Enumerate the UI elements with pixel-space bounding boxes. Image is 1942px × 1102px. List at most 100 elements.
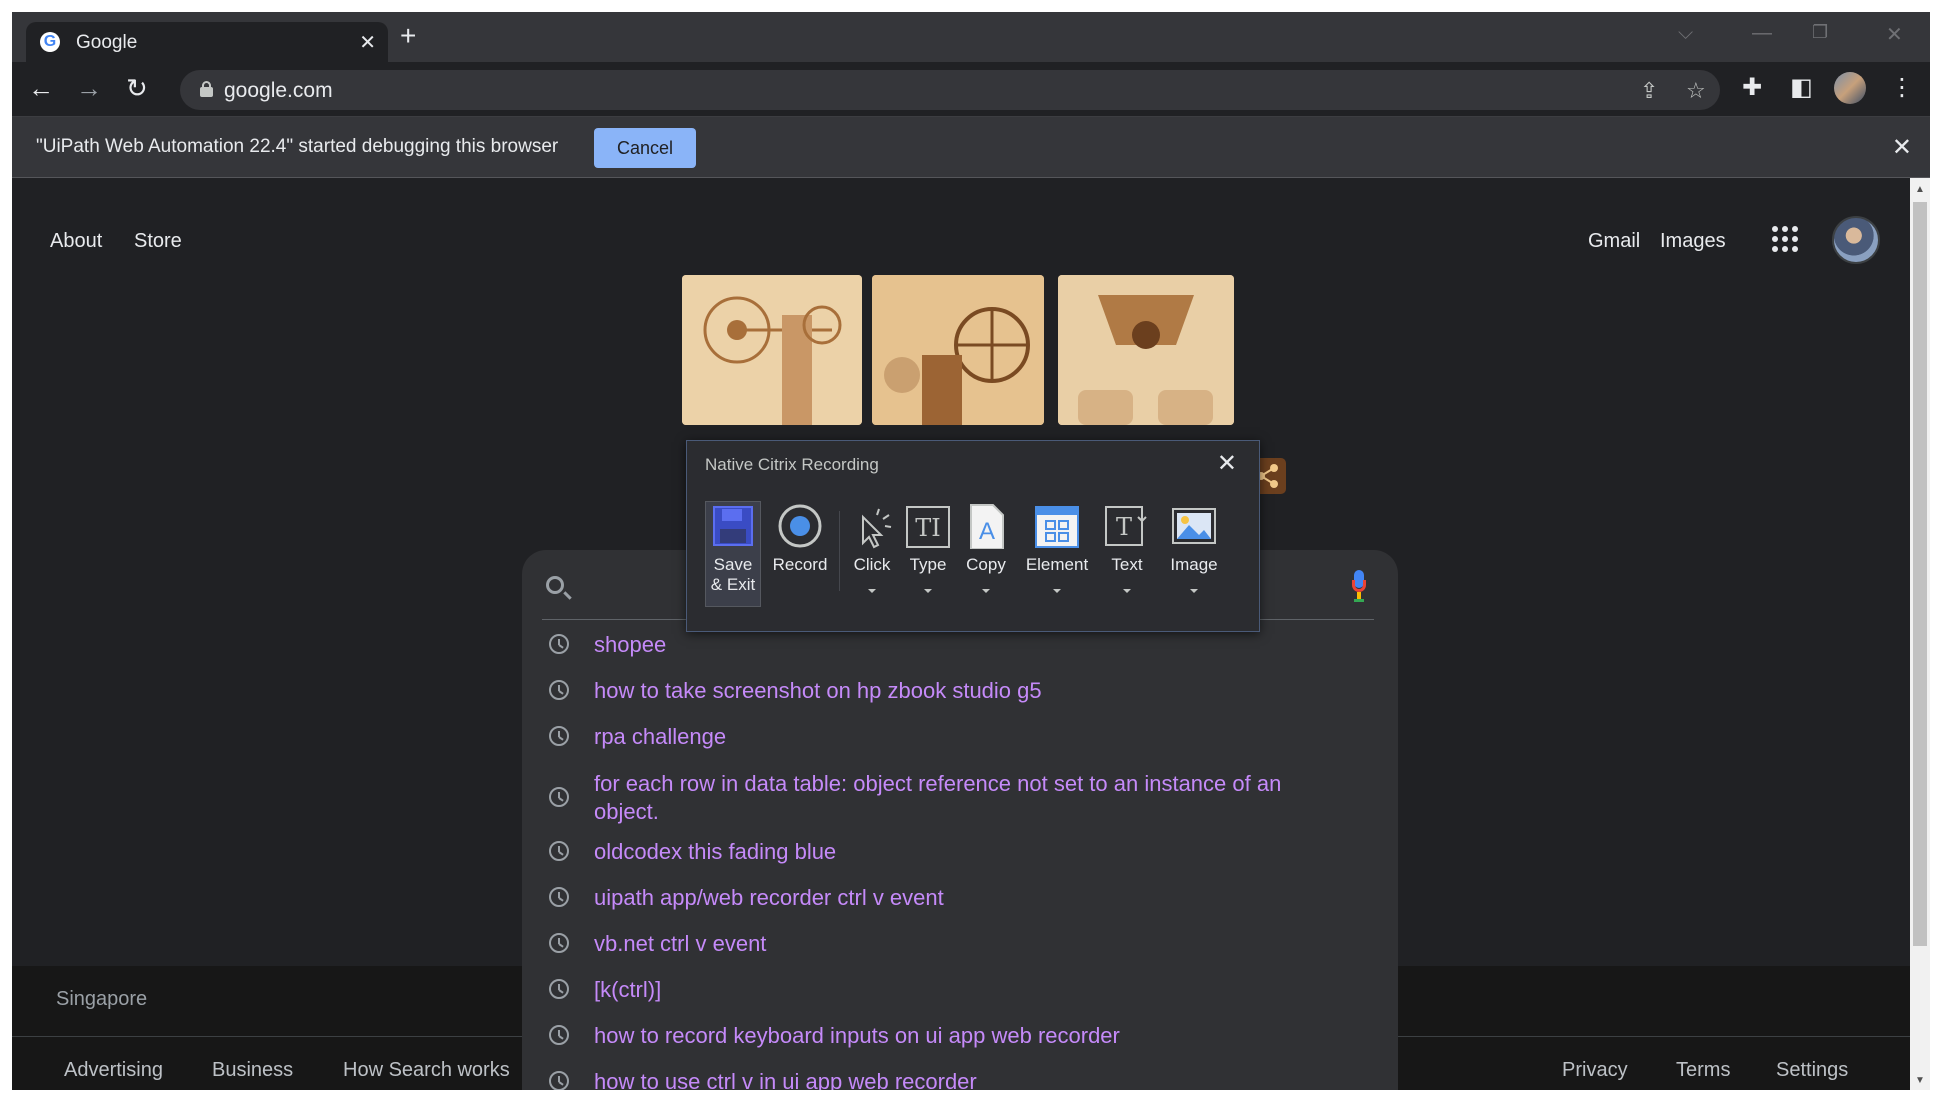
footer-how-search-works-link[interactable]: How Search works bbox=[343, 1059, 510, 1082]
text-label: Text bbox=[1111, 555, 1143, 574]
suggestion-item[interactable]: for each row in data table: object refer… bbox=[522, 768, 1398, 826]
suggestion-text: for each row in data table: object refer… bbox=[594, 771, 1282, 824]
restore-button[interactable]: ❐ bbox=[1812, 22, 1828, 43]
tab-google[interactable]: G Google ✕ bbox=[26, 22, 388, 62]
history-clock-icon bbox=[549, 1025, 569, 1045]
copy-dropdown-caret-icon[interactable] bbox=[982, 589, 990, 593]
doodle-panel-3[interactable] bbox=[1058, 275, 1234, 425]
back-arrow-icon[interactable]: ← bbox=[28, 74, 54, 102]
address-bar[interactable]: google.com ⇪ ☆ bbox=[180, 70, 1720, 110]
star-icon[interactable]: ☆ bbox=[1686, 78, 1706, 104]
footer-privacy-link[interactable]: Privacy bbox=[1562, 1059, 1628, 1082]
type-dropdown-caret-icon[interactable] bbox=[924, 589, 932, 593]
share-icon[interactable]: ⇪ bbox=[1640, 78, 1658, 104]
profile-avatar[interactable] bbox=[1834, 72, 1866, 104]
suggestion-text: [k(ctrl)] bbox=[594, 977, 662, 1002]
suggestion-item[interactable]: oldcodex this fading blue bbox=[522, 828, 1398, 874]
citrix-close-icon[interactable]: ✕ bbox=[1217, 449, 1237, 478]
voice-search-mic-icon[interactable] bbox=[1352, 570, 1366, 604]
suggestion-text: oldcodex this fading blue bbox=[594, 839, 837, 864]
scroll-up-arrow-icon[interactable]: ▲ bbox=[1915, 184, 1925, 195]
page-scrollbar[interactable]: ▲ ▼ bbox=[1910, 178, 1930, 1090]
image-dropdown-caret-icon[interactable] bbox=[1190, 589, 1198, 593]
type-text-icon: TI bbox=[905, 503, 951, 549]
record-button[interactable]: Record bbox=[769, 503, 831, 575]
suggestion-item[interactable]: how to use ctrl v in ui app web recorder bbox=[522, 1058, 1398, 1090]
suggestion-text: vb.net ctrl v event bbox=[594, 931, 767, 956]
url-text[interactable]: google.com bbox=[224, 79, 333, 103]
cancel-debugging-button[interactable]: Cancel bbox=[594, 128, 696, 168]
footer-location: Singapore bbox=[56, 988, 148, 1010]
tab-title: Google bbox=[76, 32, 138, 53]
text-dropdown-caret-icon[interactable] bbox=[1123, 589, 1131, 593]
history-clock-icon bbox=[549, 841, 569, 861]
suggestion-item[interactable]: how to take screenshot on hp zbook studi… bbox=[522, 667, 1398, 713]
click-button[interactable]: Click bbox=[847, 503, 897, 593]
image-button[interactable]: Image bbox=[1163, 503, 1225, 593]
copy-label: Copy bbox=[966, 555, 1006, 574]
reload-icon[interactable]: ↻ bbox=[126, 74, 148, 102]
footer-business-link[interactable]: Business bbox=[212, 1059, 293, 1082]
side-panel-icon[interactable]: ◧ bbox=[1790, 73, 1813, 102]
history-clock-icon bbox=[549, 979, 569, 999]
history-clock-icon bbox=[549, 680, 569, 700]
citrix-recording-title: Native Citrix Recording bbox=[705, 455, 879, 474]
gmail-link[interactable]: Gmail bbox=[1588, 230, 1640, 253]
doodle-panel-2[interactable] bbox=[872, 275, 1044, 425]
tab-close-icon[interactable]: ✕ bbox=[359, 30, 376, 55]
suggestion-item[interactable]: uipath app/web recorder ctrl v event bbox=[522, 874, 1398, 920]
forward-arrow-icon[interactable]: → bbox=[76, 74, 102, 102]
svg-text:A: A bbox=[979, 518, 995, 545]
element-window-icon bbox=[1034, 503, 1080, 549]
suggestion-text: how to take screenshot on hp zbook studi… bbox=[594, 678, 1042, 703]
close-window-button[interactable]: ✕ bbox=[1886, 22, 1903, 47]
new-tab-button[interactable]: + bbox=[400, 22, 416, 50]
scrollbar-thumb[interactable] bbox=[1913, 202, 1927, 946]
suggestion-item[interactable]: rpa challenge bbox=[522, 713, 1398, 759]
about-link[interactable]: About bbox=[50, 230, 102, 253]
suggestion-item[interactable]: vb.net ctrl v event bbox=[522, 920, 1398, 966]
suggestion-item[interactable]: how to record keyboard inputs on ui app … bbox=[522, 1012, 1398, 1058]
history-clock-icon bbox=[549, 887, 569, 907]
google-apps-grid-icon[interactable] bbox=[1772, 226, 1798, 252]
copy-button[interactable]: A Copy bbox=[961, 503, 1011, 593]
history-clock-icon bbox=[549, 634, 569, 654]
footer-settings-link[interactable]: Settings bbox=[1776, 1059, 1848, 1082]
history-clock-icon bbox=[549, 787, 569, 807]
images-link[interactable]: Images bbox=[1660, 230, 1726, 253]
history-clock-icon bbox=[549, 933, 569, 953]
save-exit-button[interactable]: Save & Exit bbox=[705, 503, 761, 595]
google-favicon-icon: G bbox=[40, 32, 60, 52]
suggestion-text: rpa challenge bbox=[594, 724, 727, 749]
element-dropdown-caret-icon[interactable] bbox=[1053, 589, 1061, 593]
copy-document-icon: A bbox=[963, 503, 1009, 550]
click-dropdown-caret-icon[interactable] bbox=[868, 589, 876, 593]
scroll-down-arrow-icon[interactable]: ▼ bbox=[1915, 1075, 1925, 1086]
image-label: Image bbox=[1170, 555, 1218, 574]
element-button[interactable]: Element bbox=[1021, 503, 1093, 593]
history-clock-icon bbox=[549, 1071, 569, 1090]
suggestion-text: uipath app/web recorder ctrl v event bbox=[594, 885, 944, 910]
footer-advertising-link[interactable]: Advertising bbox=[64, 1059, 163, 1082]
doodle-panel-1[interactable] bbox=[682, 275, 862, 425]
tab-search-chevron-icon[interactable]: ⌵ bbox=[1678, 22, 1693, 45]
infobar-close-icon[interactable]: ✕ bbox=[1892, 133, 1912, 162]
lock-icon[interactable] bbox=[200, 81, 213, 97]
footer-terms-link[interactable]: Terms bbox=[1676, 1059, 1730, 1082]
click-cursor-icon bbox=[849, 503, 895, 549]
minimize-button[interactable]: — bbox=[1752, 22, 1772, 45]
text-extract-icon: T bbox=[1104, 503, 1150, 549]
infobar-message: "UiPath Web Automation 22.4" started deb… bbox=[36, 136, 559, 157]
google-account-avatar[interactable] bbox=[1832, 216, 1880, 264]
history-clock-icon bbox=[549, 726, 569, 746]
suggestion-text: how to use ctrl v in ui app web recorder bbox=[594, 1069, 977, 1090]
svg-text:T: T bbox=[1116, 513, 1132, 541]
store-link[interactable]: Store bbox=[134, 230, 182, 253]
menu-icon[interactable]: ⋮ bbox=[1890, 73, 1914, 102]
text-button[interactable]: T Text bbox=[1101, 503, 1153, 593]
suggestion-item[interactable]: [k(ctrl)] bbox=[522, 966, 1398, 1012]
suggestion-text: how to record keyboard inputs on ui app … bbox=[594, 1023, 1120, 1048]
save-exit-label: Save & Exit bbox=[710, 555, 756, 594]
type-button[interactable]: TI Type bbox=[903, 503, 953, 593]
extensions-icon[interactable]: ✚ bbox=[1742, 73, 1762, 102]
